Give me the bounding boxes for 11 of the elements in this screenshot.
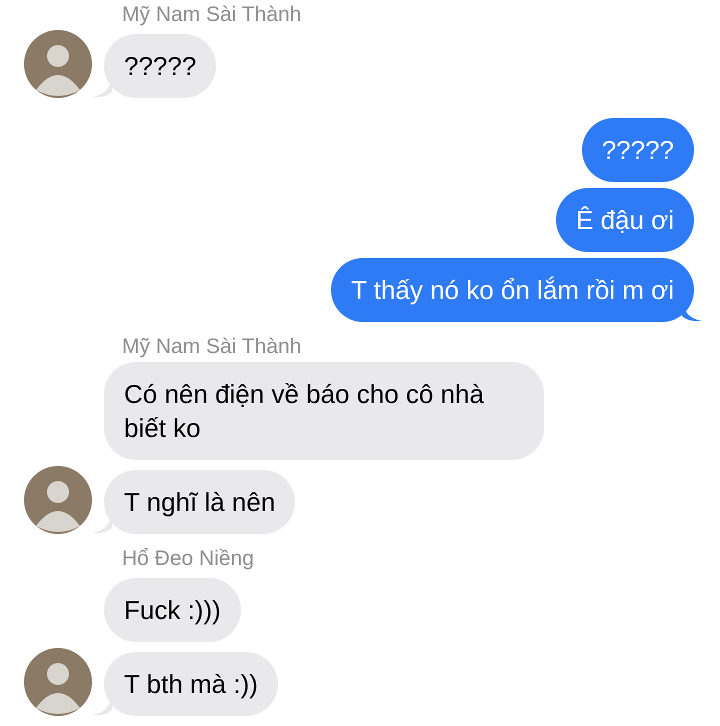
sender-name: Mỹ Nam Sài Thành (122, 2, 302, 28)
message-bubble: Có nên điện về báo cho cô nhà biết ko (104, 362, 544, 460)
message-bubble: T nghĩ là nên (104, 470, 296, 534)
message-bubble: ????? (104, 34, 216, 98)
message-bubble: T thấy nó ko ổn lắm rồi m ơi (331, 258, 694, 322)
message-bubble: T bth mà :)) (104, 652, 278, 716)
sender-name: Hổ Đeo Niềng (122, 546, 255, 572)
message-bubble: ????? (582, 118, 694, 182)
message-bubble: Fuck :))) (104, 578, 241, 642)
message-bubble: Ê đậu ơi (556, 188, 694, 252)
sender-name: Mỹ Nam Sài Thành (122, 334, 302, 360)
